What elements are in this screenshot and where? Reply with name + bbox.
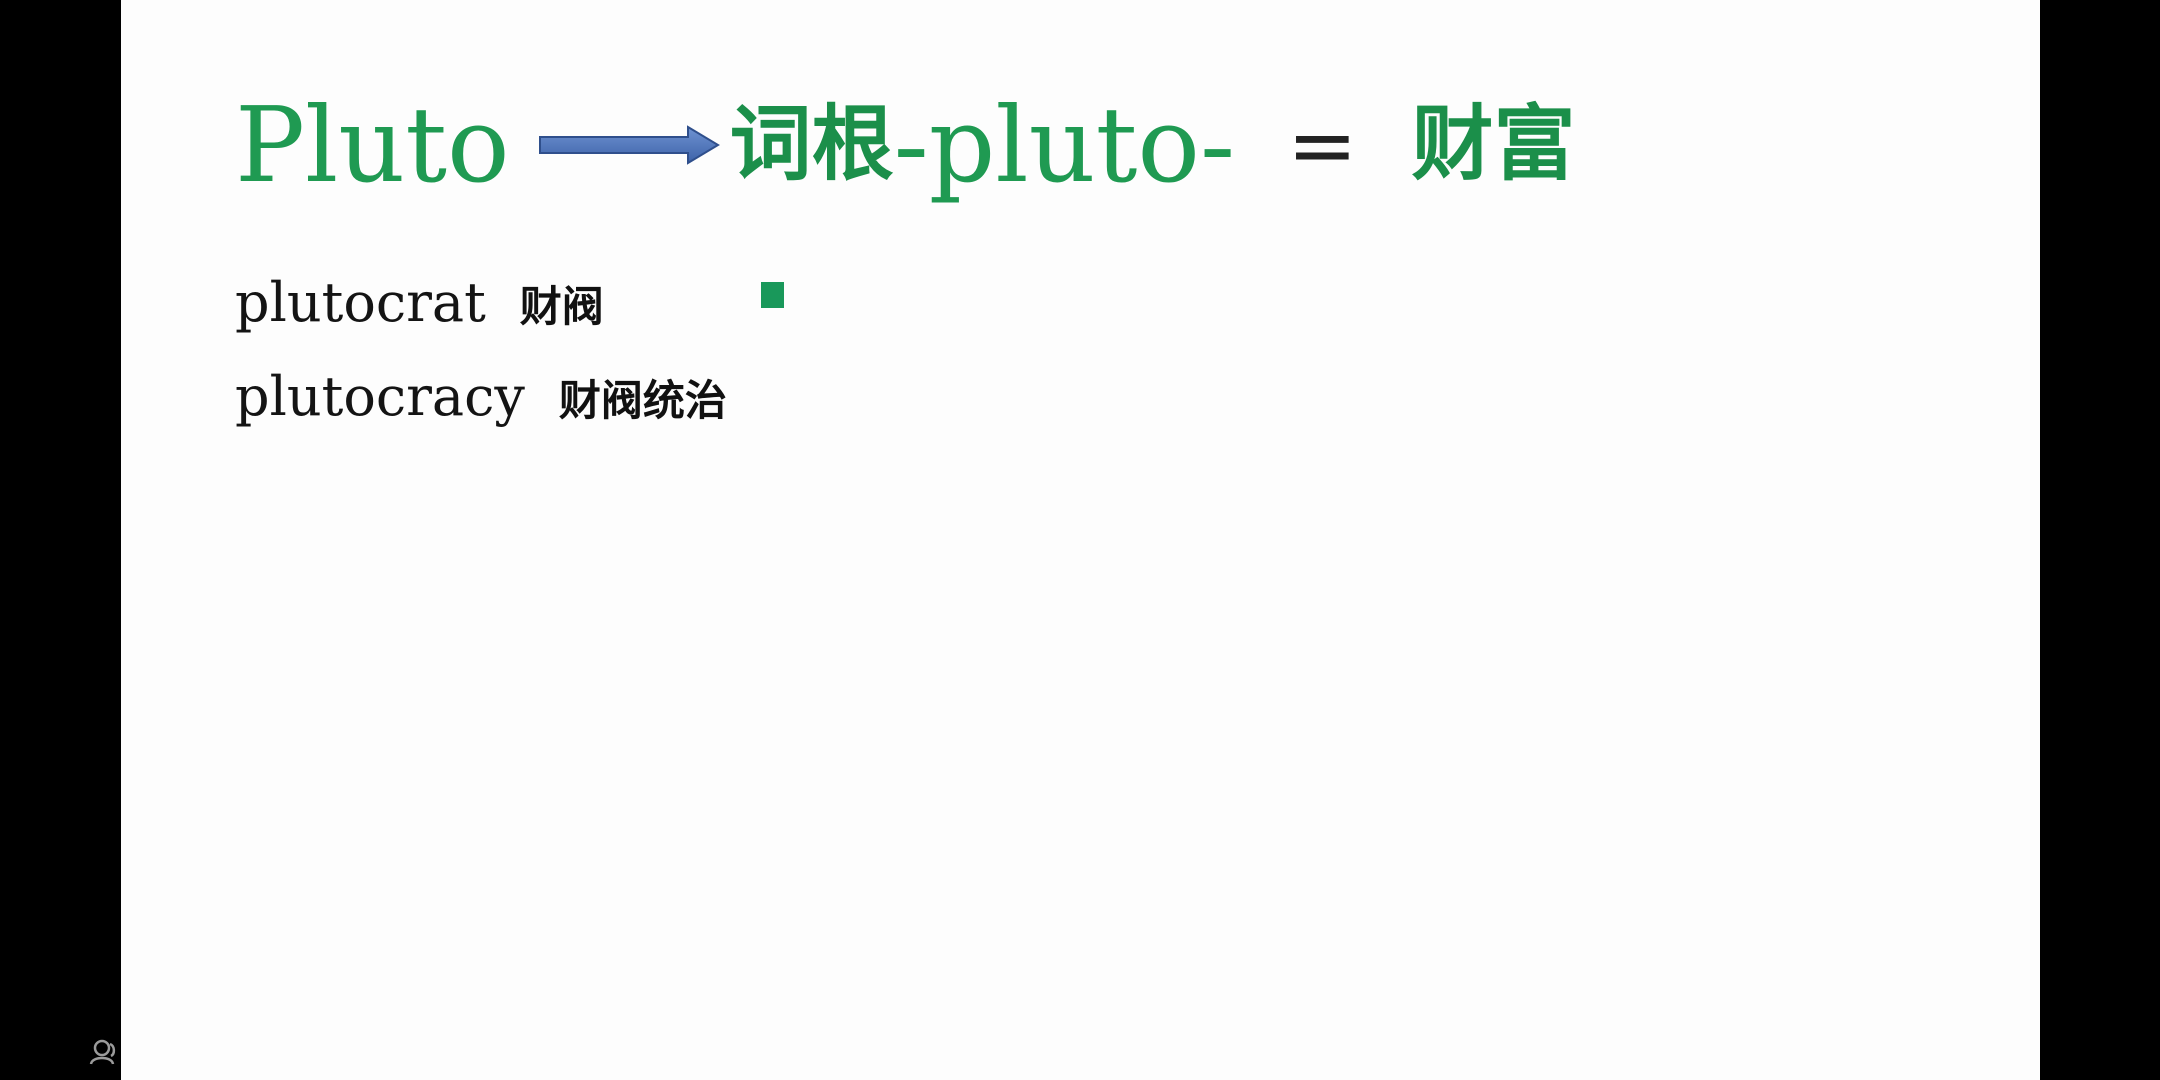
green-marker	[761, 282, 784, 308]
root-meaning: 财富	[1411, 97, 1576, 192]
root-word: -pluto-	[893, 84, 1236, 206]
source-word: Pluto	[235, 84, 510, 206]
vocab-entry: plutocrat 财阀	[235, 276, 604, 330]
vocab-entry: plutocracy 财阀统治	[235, 370, 727, 424]
root-prefix-label: 词根	[729, 97, 894, 192]
entry-meaning: 财阀	[519, 282, 604, 331]
equals-sign: =	[1287, 96, 1358, 194]
title-row: Pluto 词根 -pluto- = 财富	[235, 70, 1576, 220]
user-icon[interactable]	[88, 1036, 120, 1068]
video-viewport: Pluto 词根 -pluto- = 财富 plutocrat 财阀 pluto…	[0, 0, 2160, 1080]
entry-word: plutocrat	[235, 271, 486, 334]
entry-meaning: 财阀统治	[558, 376, 727, 425]
slide: Pluto 词根 -pluto- = 财富 plutocrat 财阀 pluto…	[121, 0, 2040, 1080]
right-arrow-icon	[538, 125, 720, 165]
entry-word: plutocracy	[235, 365, 525, 428]
